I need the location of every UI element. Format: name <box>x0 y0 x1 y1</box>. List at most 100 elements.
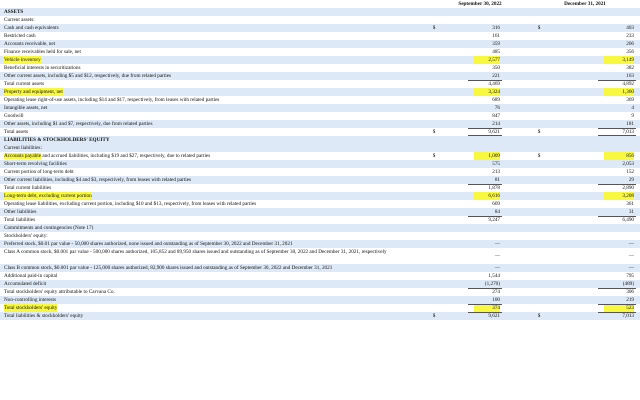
table-row: Total stockholders' equity attributable … <box>0 288 640 296</box>
value-dec-2021: 219 <box>626 297 634 303</box>
value-dec-2021: 3,149 <box>604 56 634 64</box>
table-row: Total current liabilities 1,878 2,890 <box>0 184 640 192</box>
value-sep-2022: 374 <box>474 304 500 312</box>
row-label: Non-controlling interests <box>4 297 57 303</box>
row-label-highlight: Accounts payable <box>4 153 42 159</box>
assets-section-heading-row: ASSETS <box>0 8 640 16</box>
currency-symbol: $ <box>537 313 541 319</box>
row-label: Stockholders' equity: <box>4 233 48 239</box>
table-row: Other assets, including $1 and $7, respe… <box>0 120 640 128</box>
row-label: Total current liabilities <box>4 185 52 191</box>
table-row: Accounts receivable, net 359 206 <box>0 40 640 48</box>
row-label-rest: and accrued liabilities, including $19 a… <box>41 153 211 159</box>
table-row: Non-controlling interests 100 219 <box>0 296 640 304</box>
value-dec-2021: 361 <box>626 201 634 207</box>
value-sep-2022: 9,247 <box>488 217 500 223</box>
value-sep-2022: 100 <box>492 297 500 303</box>
row-label: Cash and cash equivalents <box>4 25 59 31</box>
value-sep-2022: 9,621 <box>488 313 500 319</box>
row-label: Accounts payable and accrued liabilities… <box>4 152 210 160</box>
table-row: Class B common stock, $0.001 par value -… <box>0 264 640 272</box>
value-sep-2022: — <box>494 265 500 271</box>
row-label: Additional paid-in capital <box>4 273 58 279</box>
value-dec-2021: 403 <box>626 25 634 31</box>
value-sep-2022: — <box>494 253 500 259</box>
total-rule <box>598 184 636 185</box>
value-sep-2022: 1,544 <box>488 273 500 279</box>
table-row: Cash and cash equivalents $ $316 403 <box>0 24 640 32</box>
row-label: Other assets, including $1 and $7, respe… <box>4 121 153 127</box>
row-label: Current liabilities: <box>4 145 42 151</box>
table-row: Stockholders' equity: <box>0 232 640 240</box>
value-dec-2021: 7,013 <box>622 313 634 319</box>
total-rule <box>468 304 502 305</box>
table-row: Total liabilities & stockholders' equity… <box>0 312 640 320</box>
value-dec-2021 <box>604 224 634 232</box>
currency-symbol: $ <box>537 153 541 159</box>
value-dec-2021 <box>604 232 634 240</box>
row-label: Goodwill <box>4 113 24 119</box>
value-sep-2022: 1,009 <box>474 152 500 160</box>
value-sep-2022: 689 <box>492 97 500 103</box>
value-dec-2021: 2,053 <box>622 161 634 167</box>
table-row: Property and equipment, net 3,324 1,360 <box>0 88 640 96</box>
table-row: Current portion of long-term debt 213 152 <box>0 168 640 176</box>
value-dec-2021: 382 <box>626 65 634 71</box>
table-row: Other current assets, including $5 and $… <box>0 72 640 80</box>
value-dec-2021: 181 <box>626 121 634 127</box>
row-label: Intangible assets, net <box>4 105 48 111</box>
value-dec-2021 <box>604 144 634 152</box>
row-label: Current assets: <box>4 17 35 23</box>
value-dec-2021: 152 <box>626 169 634 175</box>
total-rule <box>598 312 636 313</box>
value-dec-2021: 369 <box>626 97 634 103</box>
table-row: Commitments and contingencies (Note 17) <box>0 224 640 232</box>
table-row: Other liabilities 84 31 <box>0 208 640 216</box>
table-row: Vehicle inventory 2,577 3,149 <box>0 56 640 64</box>
total-rule <box>468 216 502 217</box>
table-row: Finance receivables held for sale, net 48… <box>0 48 640 56</box>
value-sep-2022: 3,324 <box>474 88 500 96</box>
row-label: Total stockholders' equity attributable … <box>4 289 115 295</box>
table-row: Operating lease liabilities, excluding c… <box>0 200 640 208</box>
value-sep-2022: 84 <box>494 209 500 215</box>
currency-symbol: $ <box>432 153 436 159</box>
total-rule <box>468 80 502 81</box>
value-dec-2021: 3,208 <box>604 192 634 200</box>
value-dec-2021: 356 <box>626 49 634 55</box>
row-label: Preferred stock, $0.01 par value - 50,00… <box>4 241 293 247</box>
table-row: Short-term revolving facilities 575 2,053 <box>0 160 640 168</box>
row-label: Beneficial interests in securitizations <box>4 65 81 71</box>
row-label: Restricted cash <box>4 33 36 39</box>
row-label: Accounts receivable, net <box>4 41 56 47</box>
value-sep-2022: 575 <box>492 161 500 167</box>
value-sep-2022: (1,270) <box>484 281 500 287</box>
row-label: Total liabilities & stockholders' equity <box>4 313 84 319</box>
value-sep-2022 <box>474 224 500 232</box>
table-row: Current liabilities: <box>0 144 640 152</box>
row-label: Other current liabilities, including $4 … <box>4 177 192 183</box>
column-header-row: September 30, 2022 December 31, 2021 <box>0 0 640 8</box>
value-dec-2021: 1,360 <box>604 88 634 96</box>
value-sep-2022: 485 <box>492 49 500 55</box>
table-row: Beneficial interests in securitizations 3… <box>0 64 640 72</box>
row-label: Class B common stock, $0.001 par value -… <box>4 265 333 271</box>
value-dec-2021: 856 <box>604 152 634 160</box>
row-label: Property and equipment, net <box>4 88 63 96</box>
value-sep-2022 <box>474 232 500 240</box>
value-sep-2022: 76 <box>494 105 500 111</box>
value-sep-2022 <box>474 144 500 152</box>
total-rule <box>468 184 502 185</box>
value-sep-2022 <box>474 16 500 24</box>
row-label: Operating lease right-of-use assets, inc… <box>4 97 220 103</box>
value-sep-2022: 274 <box>492 289 500 295</box>
table-row: Other current liabilities, including $4 … <box>0 176 640 184</box>
currency-symbol: $ <box>537 129 541 135</box>
value-dec-2021: 163 <box>626 73 634 79</box>
value-dec-2021: — <box>628 241 634 247</box>
value-dec-2021: — <box>628 253 634 259</box>
row-label: Total stockholders' equity <box>4 304 58 312</box>
value-sep-2022: 213 <box>492 169 500 175</box>
table-row: Preferred stock, $0.01 par value - 50,00… <box>0 240 640 248</box>
row-label: Total liabilities <box>4 217 36 223</box>
